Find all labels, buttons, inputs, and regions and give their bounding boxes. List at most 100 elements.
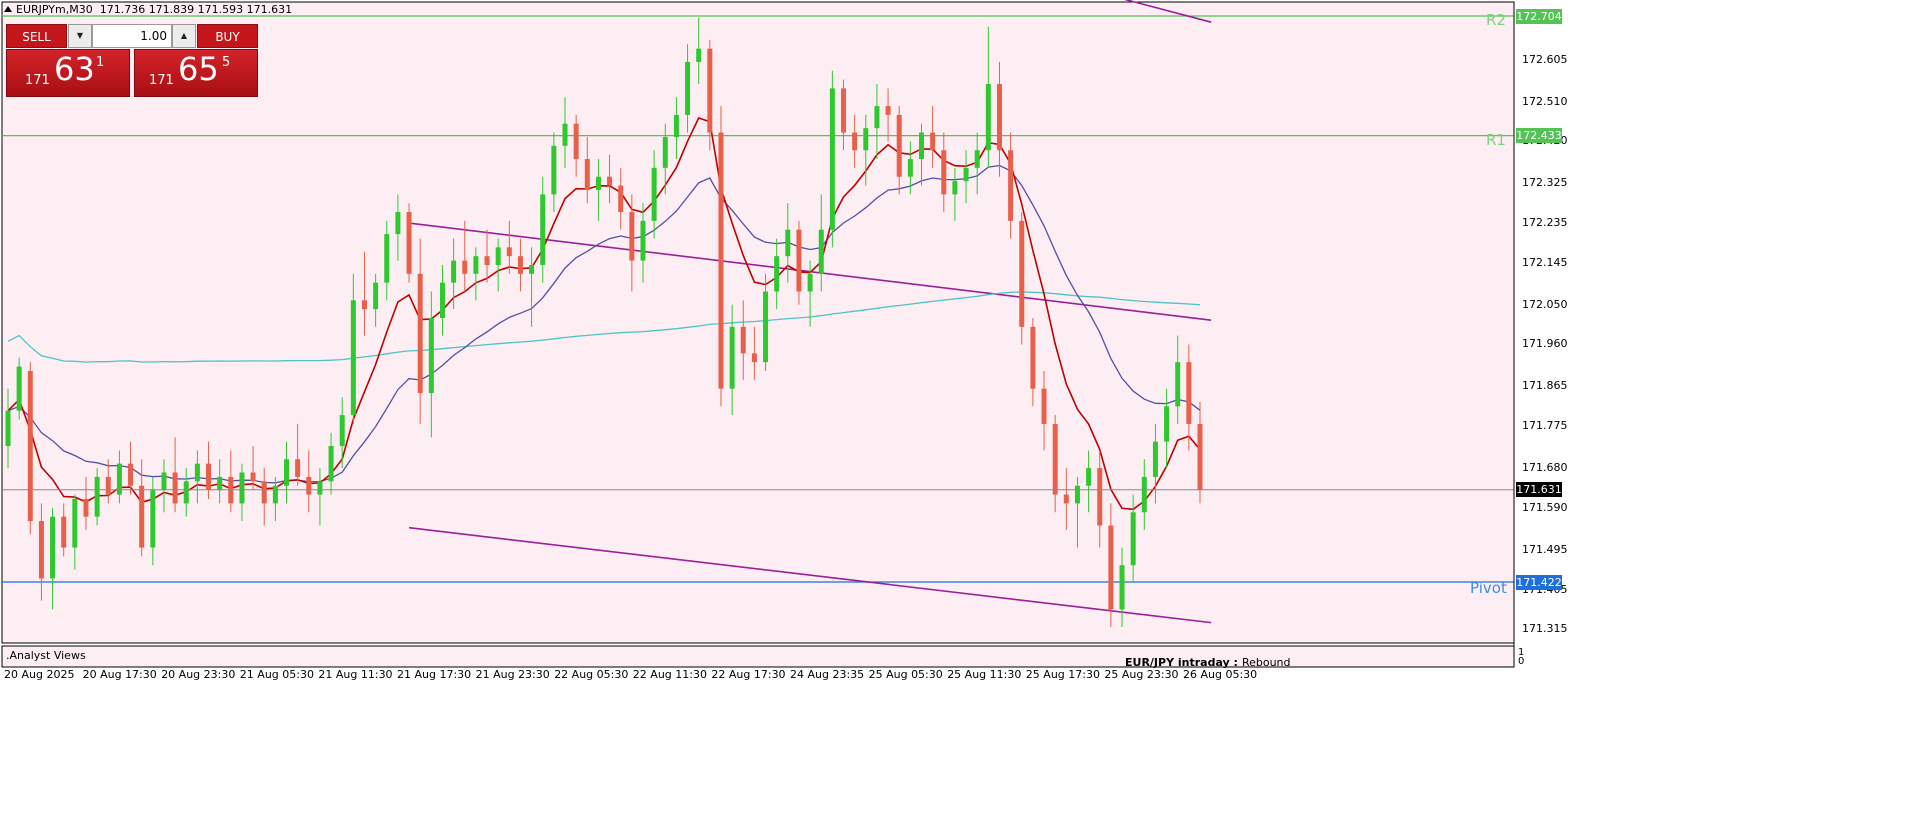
candle-body[interactable] [774,256,780,292]
candle-body[interactable] [918,132,924,160]
candle-body[interactable] [751,353,757,363]
candle-body[interactable] [395,212,401,235]
candle-body[interactable] [651,167,657,221]
buy-price-button[interactable]: 171 65 5 [134,49,258,97]
candle-body[interactable] [194,463,200,482]
candle-body[interactable] [696,48,702,62]
candle-body[interactable] [595,176,601,190]
candle-body[interactable] [172,472,178,504]
candle-body[interactable] [996,83,1002,151]
collapse-triangle-icon[interactable] [4,6,12,12]
volume-decrease-button[interactable]: ▼ [68,24,92,48]
candle-body[interactable] [1130,512,1136,566]
candle-body[interactable] [150,490,156,548]
candle-body[interactable] [874,106,880,129]
candle-body[interactable] [306,476,312,495]
candle-body[interactable] [384,234,390,283]
candle-body[interactable] [573,123,579,160]
candle-body[interactable] [484,256,490,266]
candle-body[interactable] [829,88,835,230]
candle-body[interactable] [1141,476,1147,513]
candle-body[interactable] [618,185,624,213]
candle-body[interactable] [27,370,33,522]
candle-body[interactable] [1052,423,1058,495]
candle-body[interactable] [796,229,802,292]
candle-body[interactable] [439,282,445,318]
price-chart[interactable] [0,0,1916,690]
candle-body[interactable] [16,366,22,411]
candle-body[interactable] [61,516,67,548]
candle-body[interactable] [373,282,379,310]
candle-body[interactable] [852,132,858,151]
candle-body[interactable] [473,256,479,274]
candle-body[interactable] [1086,468,1092,486]
candle-body[interactable] [5,410,11,447]
candle-body[interactable] [529,265,535,274]
candle-body[interactable] [1175,362,1181,407]
sell-price-button[interactable]: 171 63 1 [6,49,130,97]
candle-body[interactable] [1041,388,1047,424]
candle-body[interactable] [963,167,969,182]
candle-body[interactable] [128,463,134,486]
candle-body[interactable] [506,247,512,257]
candle-body[interactable] [807,273,813,292]
buy-button[interactable]: BUY [197,24,258,48]
candle-body[interactable] [417,273,423,394]
candle-body[interactable] [462,260,468,274]
candle-body[interactable] [1119,565,1125,610]
candle-body[interactable] [1152,441,1158,477]
candle-body[interactable] [94,476,100,517]
candle-body[interactable] [206,463,212,491]
candle-body[interactable] [517,256,523,274]
candle-body[interactable] [361,300,367,310]
candle-body[interactable] [317,481,323,495]
candle-body[interactable] [707,48,713,133]
candle-body[interactable] [1063,494,1069,504]
candle-body[interactable] [38,521,44,579]
candle-body[interactable] [885,106,891,115]
candle-body[interactable] [1030,326,1036,389]
sell-button[interactable]: SELL [6,24,67,48]
candle-body[interactable] [952,181,958,195]
candle-body[interactable] [239,472,245,504]
candle-body[interactable] [562,123,568,146]
candle-body[interactable] [428,317,434,394]
candle-body[interactable] [1008,150,1014,221]
candle-body[interactable] [640,220,646,261]
candle-body[interactable] [261,481,267,504]
candle-body[interactable] [729,326,735,389]
candle-body[interactable] [83,498,89,517]
candle-body[interactable] [863,128,869,151]
candle-body[interactable] [1186,362,1192,424]
volume-increase-button[interactable]: ▲ [172,24,196,48]
candle-body[interactable] [1197,423,1203,491]
candle-body[interactable] [50,516,56,579]
candle-body[interactable] [1108,525,1114,610]
candle-body[interactable] [607,176,613,186]
volume-input[interactable]: 1.00 [92,24,172,48]
candle-body[interactable] [785,229,791,257]
candle-body[interactable] [495,247,501,266]
candle-body[interactable] [662,136,668,168]
candle-body[interactable] [1097,468,1103,526]
candle-body[interactable] [72,498,78,548]
candle-body[interactable] [841,88,847,133]
candle-body[interactable] [406,212,412,274]
candle-body[interactable] [818,229,824,274]
candle-body[interactable] [339,415,345,447]
candle-body[interactable] [1164,406,1170,442]
candle-body[interactable] [740,326,746,354]
candle-body[interactable] [907,159,913,177]
candle-body[interactable] [105,476,111,495]
candle-body[interactable] [350,300,356,416]
candle-body[interactable] [941,150,947,195]
candle-body[interactable] [985,83,991,151]
candle-body[interactable] [272,485,278,504]
candle-body[interactable] [451,260,457,283]
candle-body[interactable] [718,132,724,389]
candle-body[interactable] [139,485,145,548]
candle-body[interactable] [685,61,691,115]
candle-body[interactable] [673,114,679,137]
candle-body[interactable] [295,459,301,477]
candle-body[interactable] [930,132,936,151]
